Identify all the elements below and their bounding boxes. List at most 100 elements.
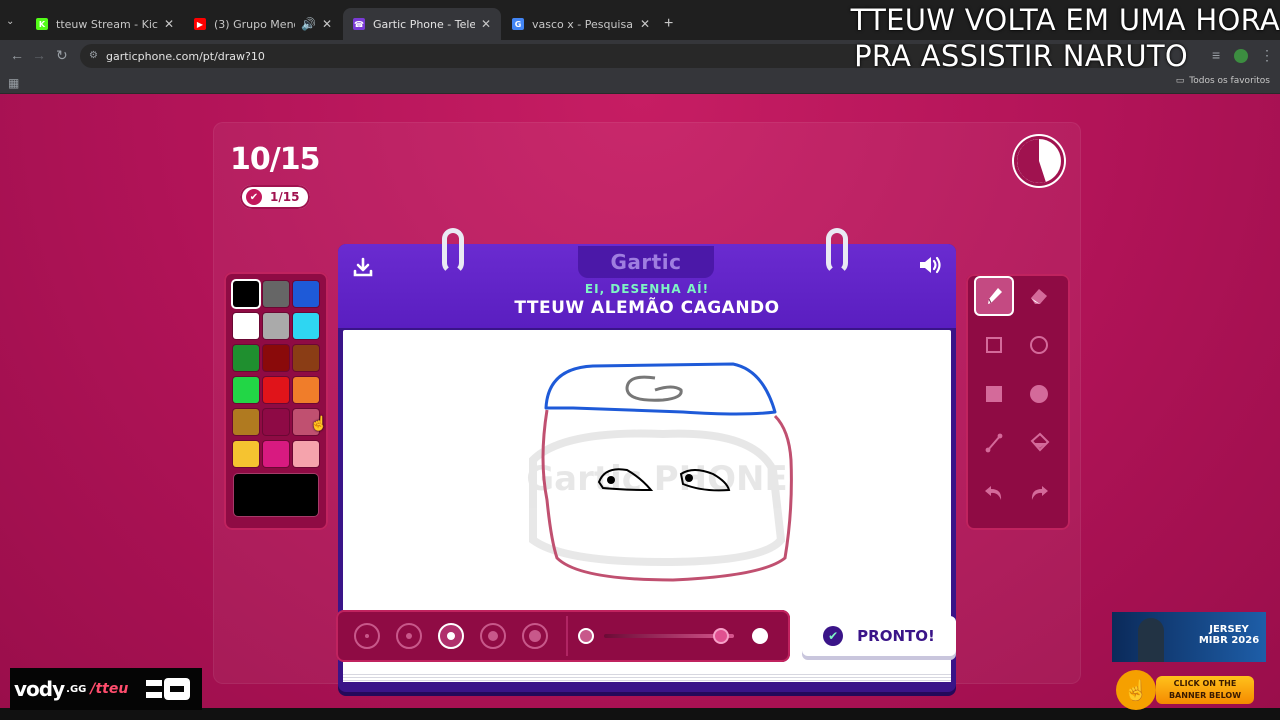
color-swatch[interactable] bbox=[263, 281, 289, 307]
reload-icon[interactable]: ↻ bbox=[56, 47, 68, 64]
undo-button[interactable] bbox=[976, 474, 1012, 510]
hand-cursor-icon: ☝ bbox=[310, 415, 328, 431]
done-button[interactable]: ✔ PRONTO! bbox=[802, 616, 956, 656]
tab-close-icon[interactable]: ✕ bbox=[481, 17, 491, 31]
square-outline-icon bbox=[986, 337, 1002, 353]
bucket-icon bbox=[1030, 432, 1050, 452]
speaker-icon: 🔊 bbox=[300, 17, 316, 31]
color-swatch[interactable] bbox=[293, 345, 319, 371]
notepad-page-edges bbox=[343, 672, 951, 682]
all-bookmarks-label: Todos os favoritos bbox=[1189, 76, 1270, 86]
color-swatch[interactable] bbox=[263, 345, 289, 371]
click-banner-ad[interactable]: ☝ CLICK ON THE BANNER BELOW bbox=[1116, 670, 1256, 710]
new-tab-plus-icon[interactable]: + bbox=[664, 16, 673, 32]
all-bookmarks-folder[interactable]: ▭ Todos os favoritos bbox=[1176, 76, 1270, 86]
pencil-tool[interactable] bbox=[976, 278, 1012, 314]
gartic-logo: Gartic bbox=[578, 246, 714, 278]
canvas-watermark: Gartic PHONE bbox=[526, 429, 788, 567]
tab-close-icon[interactable]: ✕ bbox=[164, 17, 174, 31]
jersey-ad-text: JERSEY MIBR 2026 bbox=[1198, 624, 1260, 646]
brush-size-dot bbox=[488, 631, 498, 641]
eraser-tool[interactable] bbox=[1021, 278, 1057, 314]
vody-user: /tteu bbox=[90, 681, 129, 697]
rectangle-outline-tool[interactable] bbox=[976, 327, 1012, 363]
color-swatch[interactable] bbox=[293, 441, 319, 467]
rectangle-fill-tool[interactable] bbox=[976, 376, 1012, 412]
color-palette bbox=[224, 272, 328, 530]
brush-size-option[interactable] bbox=[480, 623, 506, 649]
color-swatch[interactable] bbox=[293, 313, 319, 339]
check-icon: ✔ bbox=[823, 626, 844, 646]
tab-title: vasco x - Pesquisa Google bbox=[532, 17, 634, 31]
notepad-ring-left bbox=[442, 228, 464, 274]
tab-close-icon[interactable]: ✕ bbox=[640, 17, 650, 31]
round-counter: 10/15 bbox=[230, 142, 320, 177]
line-tool[interactable] bbox=[976, 425, 1012, 461]
tab-title: (3) Grupo Menos é Mais - C bbox=[214, 17, 295, 31]
color-swatch[interactable] bbox=[263, 441, 289, 467]
color-swatch[interactable] bbox=[233, 441, 259, 467]
stream-caption-line1: TTEUW VOLTA EM UMA HORA bbox=[850, 3, 1280, 37]
done-players-count: 1/15 bbox=[270, 190, 300, 204]
jersey-ad-banner[interactable]: JERSEY MIBR 2026 bbox=[1112, 612, 1266, 662]
ad-person-image bbox=[1138, 618, 1164, 662]
brush-size-option[interactable] bbox=[522, 623, 548, 649]
stream-caption: TTEUW VOLTA EM UMA HORA PRA ASSISTIR NAR… bbox=[820, 2, 1280, 74]
brush-size-dot bbox=[406, 633, 412, 639]
brush-size-option[interactable] bbox=[354, 623, 380, 649]
color-swatch[interactable] bbox=[233, 409, 259, 435]
fill-bucket-tool[interactable] bbox=[1021, 425, 1057, 461]
download-icon[interactable] bbox=[352, 256, 374, 283]
youtube-favicon-icon: ▶ bbox=[194, 18, 206, 30]
timer-icon bbox=[1014, 136, 1064, 186]
circle-outline-icon bbox=[1030, 336, 1048, 354]
color-swatch[interactable] bbox=[263, 377, 289, 403]
prompt-text: TTEUW ALEMÃO CAGANDO bbox=[514, 298, 780, 318]
brush-size-dot bbox=[447, 632, 455, 640]
prompt-label: EI, DESENHA AÍ! bbox=[584, 282, 710, 296]
site-settings-icon[interactable]: ⚙ bbox=[89, 50, 101, 62]
color-swatch[interactable] bbox=[263, 409, 289, 435]
tab-close-icon[interactable]: ✕ bbox=[322, 17, 332, 31]
done-players-badge: ✔ 1/15 bbox=[240, 185, 310, 209]
apps-grid-icon[interactable]: ▦ bbox=[8, 76, 19, 90]
tab-google-search[interactable]: G vasco x - Pesquisa Google ✕ bbox=[502, 8, 660, 40]
gartic-favicon-icon: ☎ bbox=[353, 18, 365, 30]
color-swatch[interactable] bbox=[233, 377, 259, 403]
drawing-stroke-left-pupil bbox=[607, 476, 615, 484]
opacity-slider-handle[interactable] bbox=[713, 628, 729, 644]
color-swatch[interactable] bbox=[293, 281, 319, 307]
brush-size-option[interactable] bbox=[396, 623, 422, 649]
tab-gartic-phone[interactable]: ☎ Gartic Phone - Telefone sem fio ✕ bbox=[343, 8, 501, 40]
vody-logo-icon bbox=[146, 678, 190, 700]
vody-brand: vody bbox=[14, 677, 65, 701]
tab-title: Gartic Phone - Telefone sem fio bbox=[373, 17, 475, 31]
pointer-hand-icon: ☝ bbox=[1116, 670, 1156, 710]
tab-youtube[interactable]: ▶ (3) Grupo Menos é Mais - C 🔊 ✕ bbox=[184, 8, 342, 40]
opacity-max-icon bbox=[752, 628, 768, 644]
brush-settings-bar bbox=[336, 610, 790, 662]
color-swatch[interactable] bbox=[233, 345, 259, 371]
brush-size-option[interactable] bbox=[438, 623, 464, 649]
color-swatch[interactable] bbox=[263, 313, 289, 339]
opacity-min-icon bbox=[578, 628, 594, 644]
ellipse-fill-tool[interactable] bbox=[1021, 376, 1057, 412]
color-swatch[interactable] bbox=[293, 377, 319, 403]
color-swatch[interactable] bbox=[233, 313, 259, 339]
watermark-text: Gartic PHONE bbox=[526, 459, 787, 499]
forward-arrow-icon[interactable]: → bbox=[32, 47, 46, 63]
ellipse-outline-tool[interactable] bbox=[1021, 327, 1057, 363]
sound-icon[interactable] bbox=[918, 254, 944, 281]
back-arrow-icon[interactable]: ← bbox=[10, 47, 24, 63]
square-filled-icon bbox=[986, 386, 1002, 402]
color-swatch[interactable] bbox=[233, 281, 259, 307]
check-icon: ✔ bbox=[246, 189, 262, 205]
kick-favicon-icon: K bbox=[36, 18, 48, 30]
tab-list-chevron-icon[interactable]: ⌄ bbox=[6, 16, 14, 27]
drawing-stroke-right-pupil bbox=[685, 474, 693, 482]
tab-kick-dashboard[interactable]: K tteuw Stream - Kick Dashboard ✕ bbox=[26, 8, 184, 40]
click-ad-text: CLICK ON THE BANNER BELOW bbox=[1156, 676, 1254, 704]
tab-title: tteuw Stream - Kick Dashboard bbox=[56, 17, 158, 31]
vody-overlay: vody .GG /tteu bbox=[10, 668, 202, 710]
redo-button[interactable] bbox=[1021, 474, 1057, 510]
